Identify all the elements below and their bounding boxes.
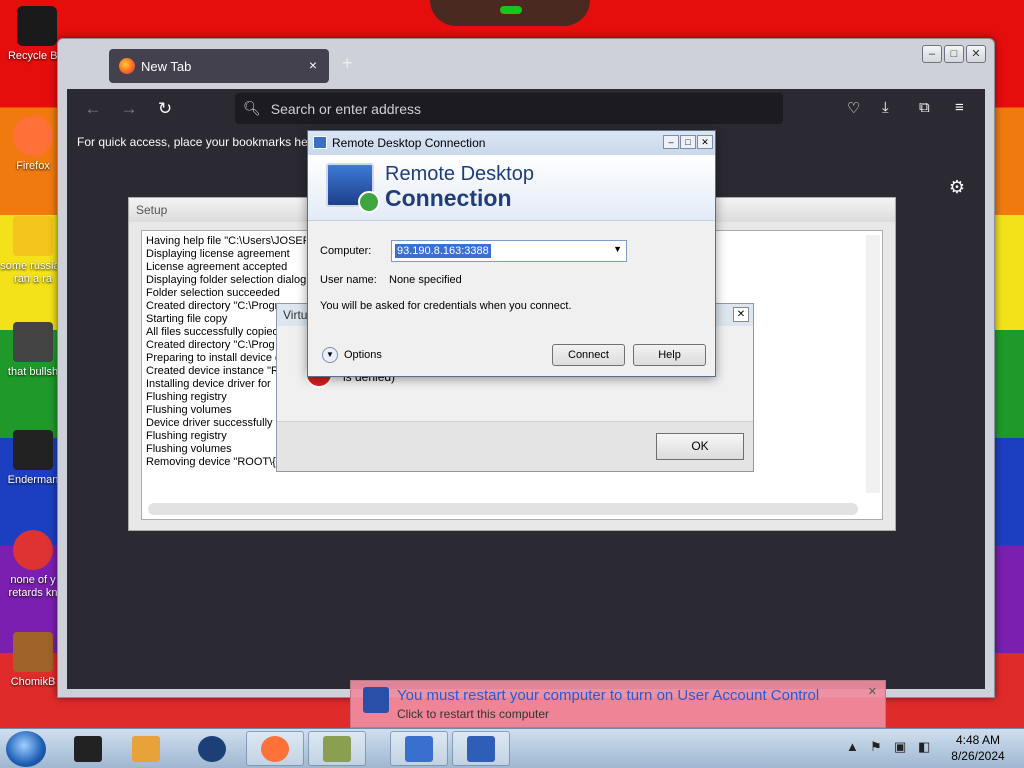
log-line: Displaying license agreement [146,248,290,260]
credentials-info: You will be asked for credentials when y… [320,300,572,312]
taskbar-item-media-player[interactable] [122,731,170,766]
computer-combobox[interactable]: 93.190.8.163:3388 ▼ [391,240,627,262]
hamster-icon [13,632,53,672]
rdc-titlebar: Remote Desktop Connection – □ ✕ [308,131,715,155]
chevron-down-icon: ▼ [322,347,338,363]
close-icon[interactable]: ✕ [868,685,877,698]
options-toggle[interactable]: ▼ Options [322,347,382,363]
action-center-icon[interactable]: ⚑ [870,739,882,755]
taskbar-item-box[interactable] [308,731,366,766]
minimize-button[interactable]: – [663,135,679,149]
document-icon [13,216,53,256]
maximize-button[interactable]: □ [944,45,964,63]
taskbar-item-terminal[interactable] [64,731,112,766]
banner-line2: Connection [385,185,512,211]
rdc-title: Remote Desktop Connection [332,136,486,150]
folder-icon [13,322,53,362]
media-player-icon [132,735,160,762]
username-value: None specified [389,274,462,286]
address-placeholder: Search or enter address [270,100,421,117]
firefox-icon [13,116,53,156]
extensions-icon[interactable]: ⧉ [919,99,930,116]
clock[interactable]: 4:48 AM 8/26/2024 [942,732,1014,764]
close-button[interactable]: ✕ [697,135,713,149]
connect-button[interactable]: Connect [552,344,625,366]
remote-desktop-icon [467,735,495,762]
computer-value: 93.190.8.163:3388 [395,244,491,258]
globe-icon [198,735,226,762]
log-line: Displaying folder selection dialog [146,274,306,286]
close-button[interactable]: ✕ [966,45,986,63]
download-icon[interactable]: ⤓ [882,99,889,116]
box-icon [323,735,351,762]
action-center-icon [363,687,389,713]
remote-desktop-logo-icon [326,163,380,213]
volume-icon[interactable]: ◧ [918,739,930,755]
log-line: Having help file "C:\Users\JOSEPH [146,235,306,247]
log-line: License agreement accepted [146,261,288,273]
clock-date: 8/26/2024 [951,749,1005,763]
enderman-icon [13,430,53,470]
log-line: Folder selection succeeded [146,287,280,299]
maximize-button[interactable]: □ [680,135,696,149]
start-button[interactable] [6,731,46,767]
taskbar-item-firefox[interactable] [246,731,304,766]
address-bar[interactable]: 🔍︎ Search or enter address [235,93,783,124]
firefox-icon [119,58,135,74]
menu-icon[interactable]: ≡ [955,99,964,116]
window-controls: – □ ✕ [922,45,986,63]
computer-label: Computer: [320,245,372,257]
dropdown-arrow-icon[interactable]: ▼ [613,244,622,254]
close-icon[interactable]: ✕ [733,307,749,322]
taskbar: ▲ ⚑ ▣ ◧ 4:48 AM 8/26/2024 [0,728,1024,768]
taskbar-item-network[interactable] [390,731,448,766]
minimize-button[interactable]: – [922,45,942,63]
notification-title: You must restart your computer to turn o… [397,687,820,704]
horizontal-scrollbar[interactable] [148,503,858,515]
remote-desktop-icon [313,136,327,149]
rdc-window-controls: – □ ✕ [663,135,713,149]
ok-button[interactable]: OK [656,433,744,460]
network-icon [405,735,433,762]
dialog-footer: OK [277,421,753,471]
vertical-scrollbar[interactable] [866,235,880,493]
new-tab-button[interactable]: + [342,53,353,74]
pocket-icon[interactable]: ♡ [847,99,860,117]
navigation-bar: ← → ↻ 🔍︎ Search or enter address ♡ ⤓ ⧉ ≡ [67,89,985,129]
clock-time: 4:48 AM [955,733,1001,747]
rdc-banner: Remote Desktop Connection [308,155,715,221]
taskbar-item-browser[interactable] [188,731,236,766]
notification-subtitle: Click to restart this computer [397,707,550,721]
search-icon: 🔍︎ [243,100,261,116]
username-label: User name: [320,274,377,286]
tab-title: New Tab [141,58,192,74]
wallpaper-detail [430,0,590,26]
remote-desktop-dialog: Remote Desktop Connection – □ ✕ Remote D… [307,130,716,377]
options-label: Options [344,349,382,361]
tray-expand-icon[interactable]: ▲ [846,739,859,754]
firefox-icon [261,735,289,762]
network-status-icon[interactable]: ▣ [894,739,906,755]
shortcut-icon [13,530,53,570]
uac-notification[interactable]: You must restart your computer to turn o… [350,680,886,728]
bookmarks-hint: For quick access, place your bookmarks h… [77,135,312,149]
gear-icon[interactable]: ⚙ [949,177,965,198]
banner-line1: Remote Desktop [385,163,534,185]
close-tab-icon[interactable]: × [309,57,317,73]
recycle-bin-icon [17,6,57,46]
taskbar-item-remote-desktop[interactable] [452,731,510,766]
reload-icon[interactable]: ↻ [147,99,183,119]
terminal-icon [74,735,102,762]
help-button[interactable]: Help [633,344,706,366]
forward-arrow-icon[interactable]: → [111,99,147,119]
back-arrow-icon[interactable]: ← [75,99,111,119]
tab-new-tab[interactable]: New Tab × [109,49,329,83]
